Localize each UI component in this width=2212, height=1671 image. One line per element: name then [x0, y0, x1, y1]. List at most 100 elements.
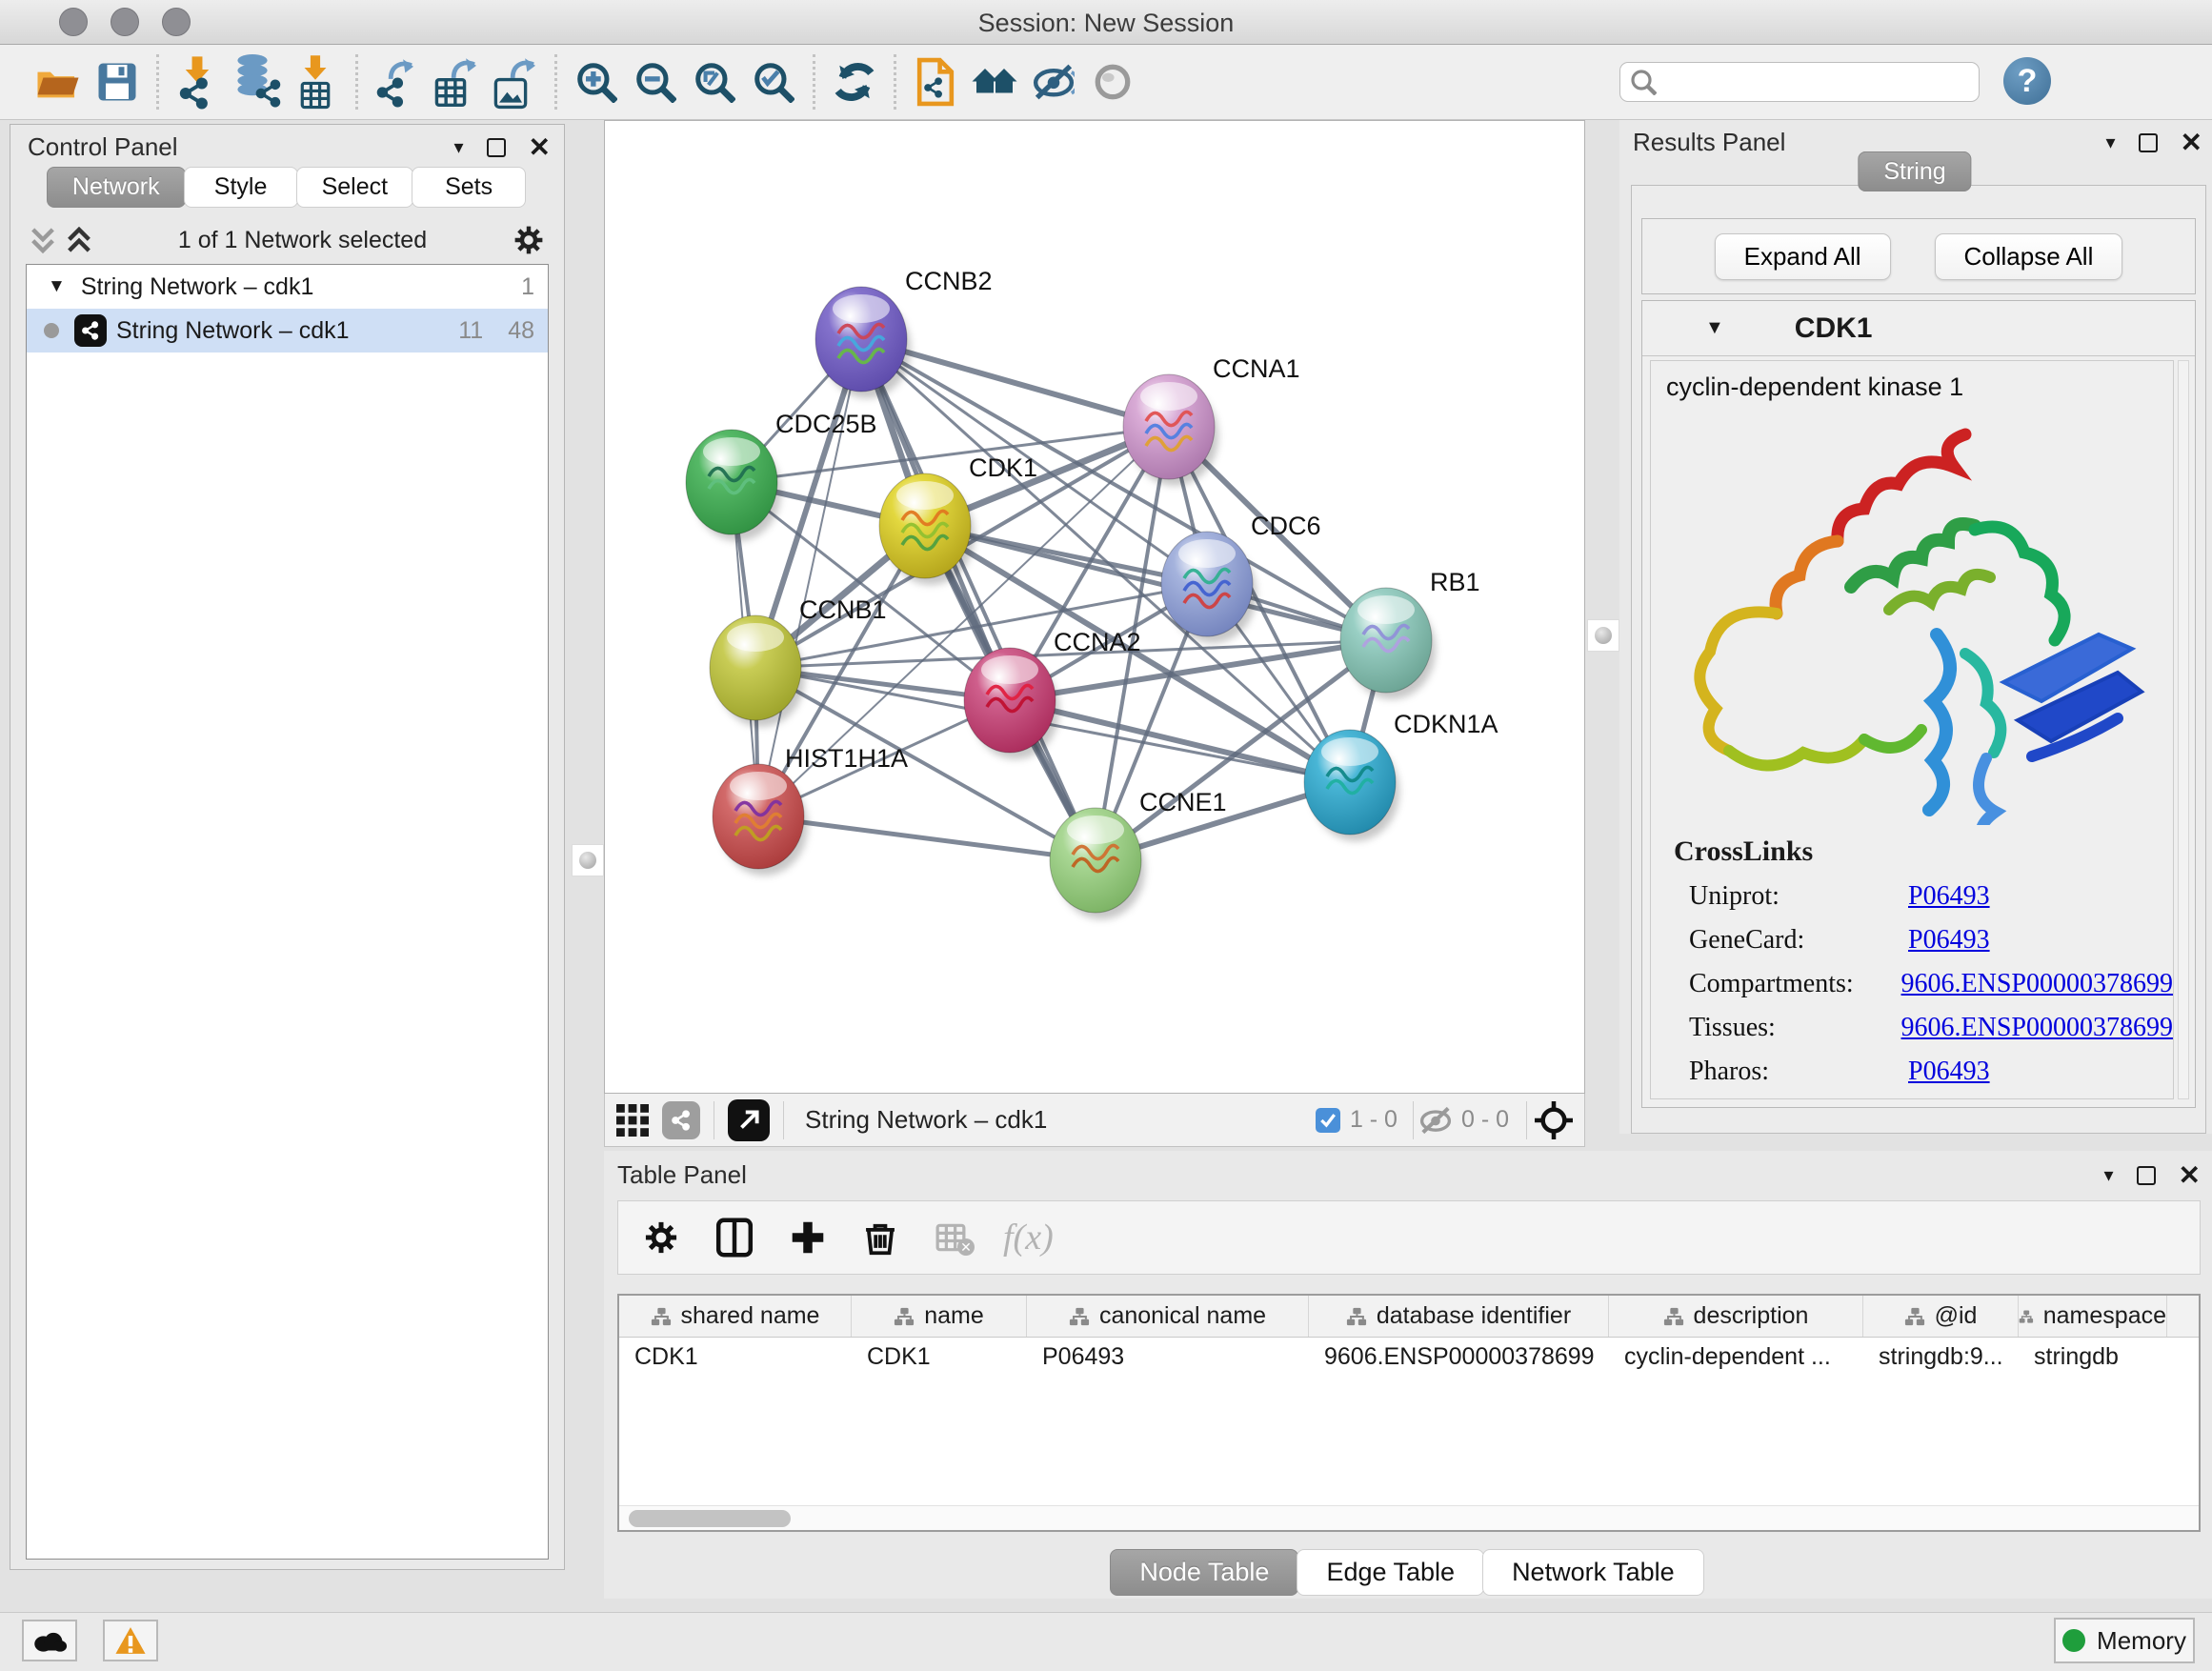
cell--id[interactable]: stringdb:9... [1863, 1338, 2019, 1376]
cell-database-identifier[interactable]: 9606.ENSP00000378699 [1309, 1338, 1609, 1376]
network-badge-icon[interactable] [662, 1101, 700, 1139]
column-header-canonical-name[interactable]: canonical name [1027, 1296, 1309, 1337]
crosslink-link[interactable]: 9606.ENSP00000378699 [1901, 969, 2173, 999]
crosslink-link[interactable]: P06493 [1908, 1057, 1990, 1087]
new-network-from-selection-icon[interactable] [906, 52, 965, 111]
collapse-all-icon[interactable] [30, 227, 56, 253]
entry-disclosure-icon[interactable]: ▼ [1705, 317, 1724, 339]
search-input[interactable] [1657, 69, 1942, 95]
add-column-icon[interactable] [790, 1219, 826, 1256]
column-header-name[interactable]: name [852, 1296, 1027, 1337]
show-columns-icon[interactable] [715, 1218, 754, 1258]
cloud-button[interactable] [22, 1620, 77, 1661]
node-RB1[interactable]: RB1 [1340, 568, 1480, 699]
table-panel-menu-icon[interactable]: ▾ [2103, 1163, 2113, 1187]
edge-CCNB2-CCNE1[interactable] [861, 339, 1096, 860]
network-graph[interactable]: CCNB2CCNA1CDC25BCDK1CDC6RB1CCNB1CCNA2CDK… [605, 121, 1584, 1093]
node-CDKN1A[interactable]: CDKN1A [1304, 710, 1498, 841]
right-splitter-grip[interactable] [1587, 619, 1619, 652]
expand-all-icon[interactable] [66, 227, 92, 253]
tab-select[interactable]: Select [296, 167, 413, 208]
import-network-icon[interactable] [169, 52, 228, 111]
expand-all-button[interactable]: Expand All [1715, 233, 1891, 280]
toolbar-search[interactable] [1619, 62, 1980, 102]
export-table-icon[interactable] [427, 52, 486, 111]
tab-style[interactable]: Style [184, 167, 298, 208]
import-table-icon[interactable] [287, 52, 346, 111]
warning-icon [114, 1626, 147, 1655]
column-header-namespace[interactable]: namespace [2019, 1296, 2167, 1337]
tab-string[interactable]: String [1858, 151, 1971, 191]
table-panel: Table Panel ▾ ✕ ✕ f(x) shared namenameca… [604, 1151, 2212, 1599]
hide-selection-icon[interactable] [1024, 52, 1083, 111]
left-splitter-grip[interactable] [572, 844, 604, 876]
cell-namespace[interactable]: stringdb [2019, 1338, 2167, 1376]
tab-node-table[interactable]: Node Table [1110, 1549, 1298, 1596]
edge-HIST1H1A-CCNE1[interactable] [758, 816, 1096, 860]
network-selection-status: 1 of 1 Network selected [92, 227, 513, 254]
table-hscroll-thumb[interactable] [629, 1510, 791, 1527]
table-row[interactable]: CDK1CDK1P064939606.ENSP00000378699cyclin… [619, 1338, 2199, 1376]
crosslink-link[interactable]: 9606.ENSP00000378699 [1901, 1013, 2173, 1043]
control-panel-menu-icon[interactable]: ▾ [453, 135, 463, 159]
warning-button[interactable] [103, 1620, 158, 1661]
control-panel-close-icon[interactable]: ✕ [529, 138, 551, 157]
memory-button[interactable]: Memory [2054, 1618, 2195, 1663]
hidden-eye-icon[interactable] [1419, 1106, 1452, 1135]
control-panel-float-icon[interactable] [487, 138, 506, 157]
first-neighbors-icon[interactable] [965, 52, 1024, 111]
node-CCNB1[interactable]: CCNB1 [710, 595, 887, 727]
results-scrollbar[interactable] [2178, 360, 2189, 1099]
export-network-icon[interactable] [368, 52, 427, 111]
zoom-fit-icon[interactable] [685, 52, 744, 111]
delete-table-icon[interactable]: ✕ [935, 1223, 967, 1252]
table-panel-close-icon[interactable]: ✕ [2179, 1166, 2201, 1185]
collapse-all-button[interactable]: Collapse All [1935, 233, 2123, 280]
birdseye-crosshair-icon[interactable] [1535, 1101, 1573, 1139]
import-network-database-icon[interactable] [228, 52, 287, 111]
results-panel-float-icon[interactable] [2139, 133, 2158, 152]
table-panel-float-icon[interactable] [2137, 1166, 2156, 1185]
tab-sets[interactable]: Sets [412, 167, 526, 208]
tab-edge-table[interactable]: Edge Table [1297, 1549, 1484, 1596]
network-row[interactable]: String Network – cdk1 11 48 [27, 309, 548, 352]
cell-name[interactable]: CDK1 [852, 1338, 1027, 1376]
show-all-icon[interactable] [1083, 52, 1142, 111]
column-header-description[interactable]: description [1609, 1296, 1863, 1337]
zoom-in-icon[interactable] [567, 52, 626, 111]
entry-description: cyclin-dependent kinase 1 [1651, 361, 2173, 406]
network-options-gear-icon[interactable] [513, 224, 545, 256]
delete-column-icon[interactable] [862, 1218, 898, 1257]
help-button[interactable]: ? [2003, 57, 2051, 105]
results-panel-menu-icon[interactable]: ▾ [2105, 131, 2115, 154]
column-header-shared-name[interactable]: shared name [619, 1296, 852, 1337]
column-header--id[interactable]: @id [1863, 1296, 2019, 1337]
zoom-selected-icon[interactable] [744, 52, 803, 111]
cell-canonical-name[interactable]: P06493 [1027, 1338, 1309, 1376]
grid-view-icon[interactable] [616, 1104, 649, 1137]
node-CCNE1[interactable]: CCNE1 [1050, 788, 1227, 919]
cell-shared-name[interactable]: CDK1 [619, 1338, 852, 1376]
detach-view-icon[interactable] [728, 1099, 770, 1141]
open-session-icon[interactable] [29, 52, 88, 111]
save-session-icon[interactable] [88, 52, 147, 111]
results-panel-close-icon[interactable]: ✕ [2181, 133, 2202, 152]
refresh-icon[interactable] [825, 52, 884, 111]
tab-network-table[interactable]: Network Table [1482, 1549, 1704, 1596]
tab-network[interactable]: Network [47, 167, 186, 208]
table-gear-icon[interactable] [643, 1219, 679, 1256]
zoom-out-icon[interactable] [626, 52, 685, 111]
export-image-icon[interactable] [486, 52, 545, 111]
selected-checkbox-icon[interactable] [1316, 1108, 1340, 1133]
table-hscrollbar[interactable] [619, 1505, 2199, 1530]
network-collection-row[interactable]: ▼ String Network – cdk1 1 [27, 265, 548, 309]
crosslink-link[interactable]: P06493 [1908, 881, 1990, 912]
collection-disclosure-icon[interactable]: ▼ [48, 276, 66, 297]
network-canvas[interactable]: CCNB2CCNA1CDC25BCDK1CDC6RB1CCNB1CCNA2CDK… [604, 120, 1585, 1094]
node-CDC6[interactable]: CDC6 [1161, 512, 1321, 643]
crosslink-link[interactable]: P06493 [1908, 925, 1990, 956]
column-header-database-identifier[interactable]: database identifier [1309, 1296, 1609, 1337]
cell-description[interactable]: cyclin-dependent ... [1609, 1338, 1863, 1376]
function-builder-icon[interactable]: f(x) [1003, 1217, 1054, 1258]
node-HIST1H1A[interactable]: HIST1H1A [713, 744, 908, 876]
